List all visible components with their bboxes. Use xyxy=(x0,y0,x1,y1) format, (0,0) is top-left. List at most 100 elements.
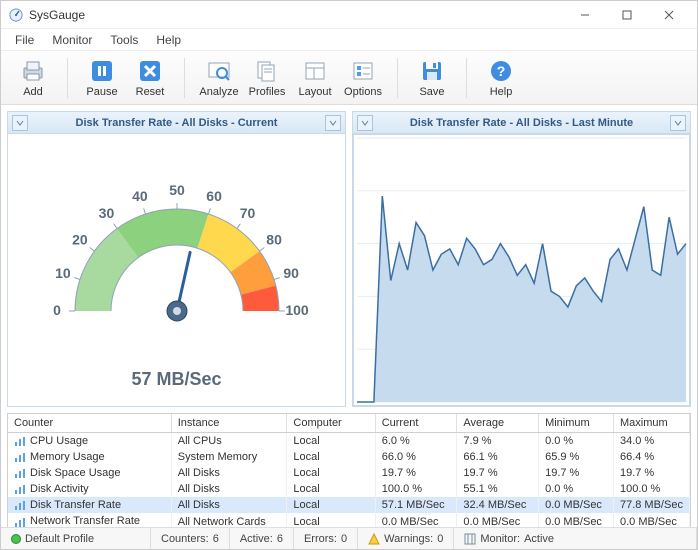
status-monitor-label: Monitor: xyxy=(480,533,520,545)
svg-text:50: 50 xyxy=(169,182,185,198)
status-errors-value: 0 xyxy=(341,533,347,545)
svg-text:20: 20 xyxy=(72,231,88,247)
chart-icon xyxy=(14,499,26,511)
cell: Memory Usage xyxy=(8,449,171,465)
cell: 19.7 % xyxy=(539,465,614,481)
separator xyxy=(184,58,185,98)
col-instance[interactable]: Instance xyxy=(171,414,287,433)
gauge-panel-menu-right[interactable] xyxy=(325,115,341,131)
col-average[interactable]: Average xyxy=(457,414,539,433)
menu-help[interactable]: Help xyxy=(148,31,189,49)
cell: All Disks xyxy=(171,465,287,481)
status-monitor: Monitor: Active xyxy=(454,528,697,549)
statusbar: Default Profile Counters: 6 Active: 6 Er… xyxy=(1,527,697,549)
analyze-icon xyxy=(206,58,232,84)
table-row[interactable]: CPU UsageAll CPUsLocal6.0 %7.9 %0.0 %34.… xyxy=(8,433,690,450)
warning-icon xyxy=(368,533,380,545)
profiles-icon xyxy=(254,58,280,84)
cell: All Disks xyxy=(171,497,287,513)
options-label: Options xyxy=(344,86,382,98)
cell: 0.0 MB/Sec xyxy=(539,497,614,513)
col-computer[interactable]: Computer xyxy=(287,414,375,433)
help-button[interactable]: ? Help xyxy=(477,55,525,101)
separator xyxy=(397,58,398,98)
col-maximum[interactable]: Maximum xyxy=(613,414,689,433)
col-counter[interactable]: Counter xyxy=(8,414,171,433)
layout-icon xyxy=(302,58,328,84)
cell: 55.1 % xyxy=(457,481,539,497)
table-row[interactable]: Memory UsageSystem MemoryLocal66.0 %66.1… xyxy=(8,449,690,465)
help-icon: ? xyxy=(488,58,514,84)
menu-monitor[interactable]: Monitor xyxy=(44,31,100,49)
menu-file[interactable]: File xyxy=(7,31,42,49)
panels-row: Disk Transfer Rate - All Disks - Current… xyxy=(1,105,697,409)
table-row[interactable]: Disk Space UsageAll DisksLocal19.7 %19.7… xyxy=(8,465,690,481)
chart-icon xyxy=(14,483,26,495)
chart-icon xyxy=(14,451,26,463)
minimize-button[interactable] xyxy=(565,4,605,26)
svg-text:10: 10 xyxy=(55,264,71,280)
layout-label: Layout xyxy=(298,86,331,98)
counters-header: Counter Instance Computer Current Averag… xyxy=(8,414,690,433)
close-icon xyxy=(664,10,674,20)
counters-table: Counter Instance Computer Current Averag… xyxy=(8,414,690,530)
maximize-button[interactable] xyxy=(607,4,647,26)
cell: Local xyxy=(287,497,375,513)
svg-text:0: 0 xyxy=(53,302,61,318)
reset-button[interactable]: Reset xyxy=(126,55,174,101)
save-button[interactable]: Save xyxy=(408,55,456,101)
cell: 7.9 % xyxy=(457,433,539,450)
pause-button[interactable]: Pause xyxy=(78,55,126,101)
gauge-value-label: 57 MB/Sec xyxy=(131,369,221,390)
close-button[interactable] xyxy=(649,4,689,26)
menu-tools[interactable]: Tools xyxy=(102,31,146,49)
add-label: Add xyxy=(23,86,43,98)
svg-text:40: 40 xyxy=(132,187,148,203)
gauge-panel-title: Disk Transfer Rate - All Disks - Current xyxy=(76,117,278,129)
chart-panel-header: Disk Transfer Rate - All Disks - Last Mi… xyxy=(353,112,690,134)
cell: 19.7 % xyxy=(613,465,689,481)
cell: 77.8 MB/Sec xyxy=(613,497,689,513)
cell: System Memory xyxy=(171,449,287,465)
col-current[interactable]: Current xyxy=(375,414,457,433)
cell: Local xyxy=(287,465,375,481)
chart-icon xyxy=(14,516,26,528)
minimize-icon xyxy=(580,10,590,20)
analyze-label: Analyze xyxy=(199,86,238,98)
profiles-button[interactable]: Profiles xyxy=(243,55,291,101)
line-chart xyxy=(353,134,690,406)
status-errors-label: Errors: xyxy=(304,533,337,545)
gauge-panel-menu-left[interactable] xyxy=(12,115,28,131)
add-button[interactable]: Add xyxy=(9,55,57,101)
options-button[interactable]: Options xyxy=(339,55,387,101)
col-minimum[interactable]: Minimum xyxy=(539,414,614,433)
cell: All Disks xyxy=(171,481,287,497)
chart-panel-menu-right[interactable] xyxy=(670,115,686,131)
svg-text:80: 80 xyxy=(266,231,282,247)
layout-button[interactable]: Layout xyxy=(291,55,339,101)
svg-text:60: 60 xyxy=(206,187,222,203)
chart-icon xyxy=(14,467,26,479)
save-icon xyxy=(419,58,445,84)
cell: CPU Usage xyxy=(8,433,171,450)
table-row[interactable]: Disk Transfer RateAll DisksLocal57.1 MB/… xyxy=(8,497,690,513)
reset-label: Reset xyxy=(136,86,165,98)
maximize-icon xyxy=(622,10,632,20)
help-label: Help xyxy=(490,86,513,98)
save-label: Save xyxy=(419,86,444,98)
separator xyxy=(67,58,68,98)
chart-panel-menu-left[interactable] xyxy=(357,115,373,131)
svg-text:90: 90 xyxy=(283,264,299,280)
table-row[interactable]: Disk ActivityAll DisksLocal100.0 %55.1 %… xyxy=(8,481,690,497)
analyze-button[interactable]: Analyze xyxy=(195,55,243,101)
cell: 19.7 % xyxy=(457,465,539,481)
status-profile: Default Profile xyxy=(1,528,151,549)
status-warnings: Warnings: 0 xyxy=(358,528,454,549)
gauge-panel: Disk Transfer Rate - All Disks - Current… xyxy=(7,111,346,407)
chart-icon xyxy=(14,435,26,447)
chevron-down-icon xyxy=(361,119,369,127)
chart-panel-title: Disk Transfer Rate - All Disks - Last Mi… xyxy=(410,117,633,129)
status-profile-label: Default Profile xyxy=(25,533,94,545)
gauge-panel-header: Disk Transfer Rate - All Disks - Current xyxy=(8,112,345,134)
app-icon xyxy=(9,8,23,22)
